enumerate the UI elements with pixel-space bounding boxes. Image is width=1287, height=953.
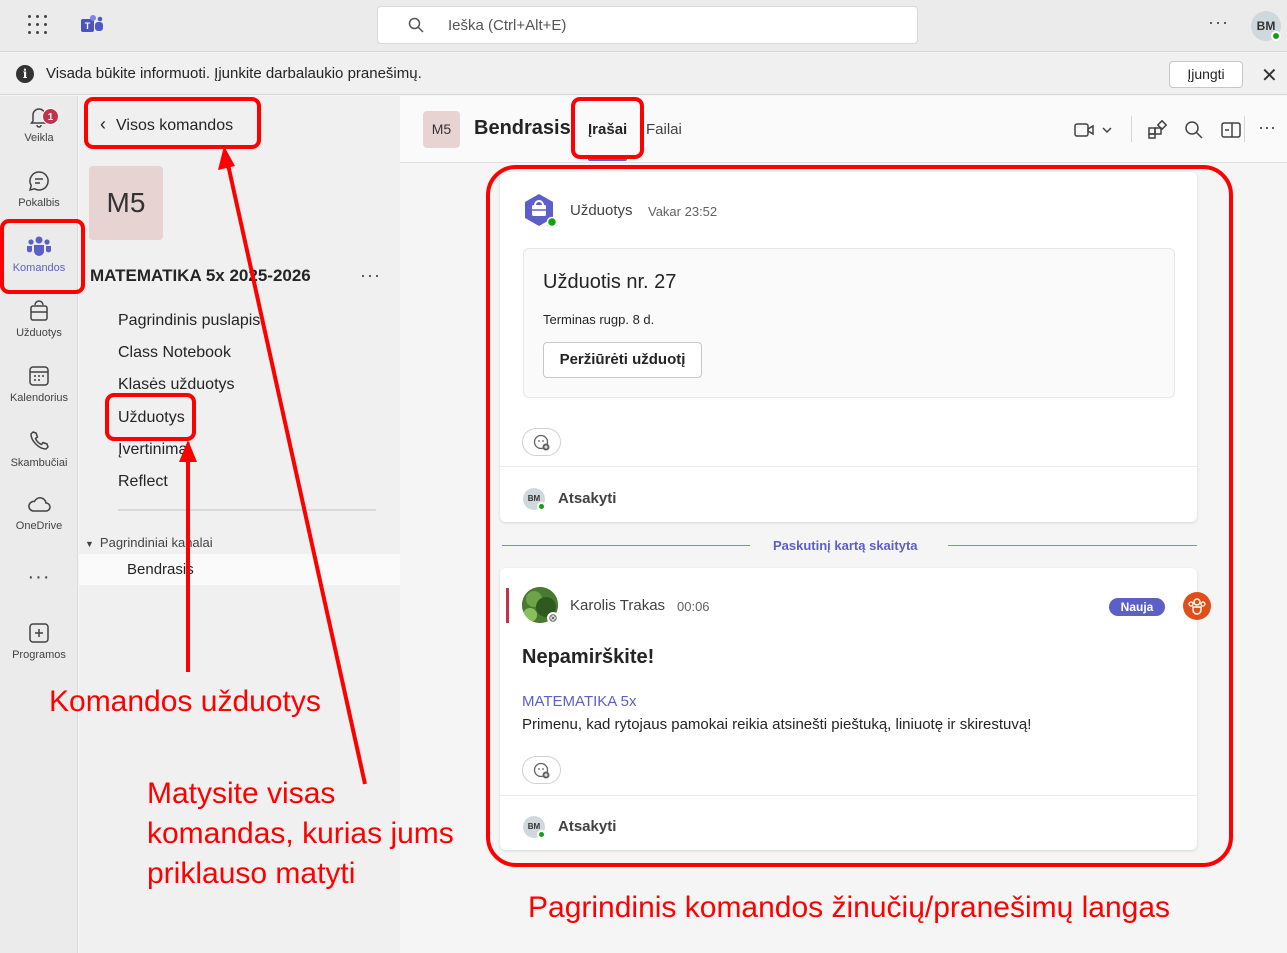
rail-item-assignments[interactable]: Užduotys <box>0 299 78 359</box>
presence-available-icon <box>1271 31 1281 41</box>
activity-badge: 1 <box>42 108 59 125</box>
info-icon: i <box>16 65 34 83</box>
search-placeholder: Ieška (Ctrl+Alt+E) <box>448 17 567 34</box>
search-icon <box>408 17 424 33</box>
rail-item-calls[interactable]: Skambučiai <box>0 429 78 489</box>
settings-more-icon[interactable]: ··· <box>1208 12 1229 33</box>
assignments-icon <box>30 300 48 321</box>
more-apps-icon[interactable]: ··· <box>0 566 78 589</box>
rail-label: Veikla <box>24 132 54 144</box>
team-more-icon[interactable]: ··· <box>360 265 381 286</box>
close-icon[interactable]: ✕ <box>1261 63 1278 88</box>
add-apps-icon <box>29 623 49 643</box>
rail-label: Skambučiai <box>10 457 68 469</box>
rail-label: Kalendorius <box>9 392 69 404</box>
app-launcher-icon[interactable] <box>28 15 48 35</box>
highlight-all-teams <box>84 97 261 149</box>
search-channel-icon[interactable] <box>1184 120 1204 140</box>
highlight-assignments-nav <box>105 393 196 441</box>
cloud-icon <box>28 497 51 512</box>
highlight-teams-rail <box>0 219 85 294</box>
header-separator <box>1131 116 1132 142</box>
rail-label: OneDrive <box>15 520 63 532</box>
enable-notifications-button[interactable]: Įjungti <box>1169 61 1243 88</box>
chat-icon <box>28 171 49 192</box>
team-name: MATEMATIKA 5x 2025-2026 <box>90 266 311 285</box>
apps-icon[interactable] <box>1147 120 1167 140</box>
channel-label: Bendrasis <box>127 561 194 578</box>
rail-label: Pokalbis <box>18 197 60 209</box>
phone-icon <box>30 431 49 450</box>
calendar-icon <box>29 366 49 386</box>
user-avatar[interactable]: BM <box>1251 11 1281 41</box>
annotation-all-teams-line3: priklauso matyti <box>147 857 356 890</box>
channel-item-general[interactable]: Bendrasis <box>79 554 400 585</box>
nav-class-assignments[interactable]: Klasės užduotys <box>118 376 235 394</box>
notification-banner: i Visada būkite informuoti. Įjunkite dar… <box>0 53 1287 95</box>
banner-text: Visada būkite informuoti. Įjunkite darba… <box>46 65 422 82</box>
team-avatar: M5 <box>89 166 163 240</box>
highlight-main-window <box>486 165 1233 867</box>
rail-item-onedrive[interactable]: OneDrive <box>0 492 78 552</box>
video-meet-icon[interactable] <box>1074 120 1116 140</box>
annotation-team-assignments: Komandos užduotys <box>49 685 321 718</box>
svg-text:T: T <box>85 21 91 31</box>
channels-heading[interactable]: ▼ Pagrindiniai kanalai <box>85 535 213 550</box>
nav-class-notebook[interactable]: Class Notebook <box>118 344 231 362</box>
highlight-posts-tab <box>571 97 644 159</box>
channels-heading-label: Pagrindiniai kanalai <box>99 535 213 550</box>
annotation-all-teams-line1: Matysite visas <box>147 777 336 810</box>
nav-reflect[interactable]: Reflect <box>118 473 168 491</box>
nav-grades[interactable]: Įvertinimai <box>118 441 191 459</box>
rail-item-calendar[interactable]: Kalendorius <box>0 364 78 424</box>
open-panel-icon[interactable] <box>1220 120 1242 140</box>
rail-item-apps[interactable]: Programos <box>0 621 78 681</box>
rail-label: Užduotys <box>16 327 62 339</box>
channel-title: Bendrasis <box>474 117 571 139</box>
header-separator <box>1244 116 1245 142</box>
annotation-main-window: Pagrindinis komandos žinučių/pranešimų l… <box>528 891 1171 924</box>
rail-item-activity[interactable]: 1 Veikla <box>0 104 78 164</box>
annotation-all-teams-line2: komandas, kurias jums <box>147 817 454 850</box>
panel-divider <box>118 509 376 511</box>
channel-team-avatar: M5 <box>423 111 460 148</box>
search-box[interactable]: Ieška (Ctrl+Alt+E) <box>377 6 918 44</box>
top-bar: T Ieška (Ctrl+Alt+E) ··· BM <box>0 0 1287 52</box>
nav-home[interactable]: Pagrindinis puslapis <box>118 312 260 330</box>
caret-down-icon: ▼ <box>85 539 94 549</box>
teams-logo-icon: T <box>81 15 103 32</box>
tab-files[interactable]: Failai <box>646 121 682 138</box>
rail-label: Programos <box>12 649 66 661</box>
channel-more-icon[interactable]: ··· <box>1258 117 1276 138</box>
